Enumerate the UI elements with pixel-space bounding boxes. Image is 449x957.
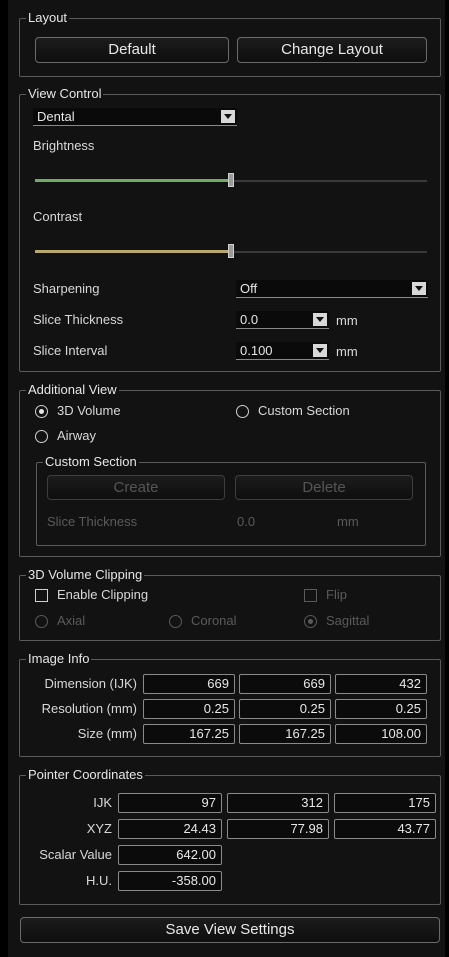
resolution-k-field: 0.25 <box>335 699 427 719</box>
clipping-title: 3D Volume Clipping <box>26 567 145 583</box>
ijk-k-field: 175 <box>334 793 436 813</box>
radio-airway[interactable] <box>35 430 48 443</box>
radio-custom-section-label: Custom Section <box>258 403 350 418</box>
slice-interval-select[interactable]: 0.100 <box>236 342 329 360</box>
slice-thickness-unit: mm <box>336 313 358 328</box>
radio-3d-volume[interactable] <box>35 405 48 418</box>
custom-section-group: Custom Section Create Delete Slice Thick… <box>36 454 426 546</box>
radio-sagittal-label: Sagittal <box>326 613 370 628</box>
size-i-field: 167.25 <box>143 724 235 744</box>
radio-airway-label: Airway <box>57 428 97 443</box>
slice-interval-unit: mm <box>336 344 358 359</box>
ijk-label: IJK <box>93 795 112 810</box>
sharpening-label: Sharpening <box>33 281 100 296</box>
slice-interval-value: 0.100 <box>240 343 273 358</box>
dimension-j-field: 669 <box>239 674 331 694</box>
view-settings-panel: Layout Default Change Layout View Contro… <box>8 0 445 957</box>
slice-thickness-label: Slice Thickness <box>33 312 124 327</box>
radio-coronal-label: Coronal <box>191 613 237 628</box>
custom-thickness-value[interactable]: 0.0 <box>237 514 255 530</box>
hu-value-field: -358.00 <box>118 871 222 891</box>
contrast-label: Contrast <box>33 209 83 224</box>
custom-thickness-label: Slice Thickness <box>47 514 138 529</box>
brightness-slider-thumb[interactable] <box>228 173 234 187</box>
layout-group: Layout Default Change Layout <box>19 10 441 77</box>
scalar-value-field: 642.00 <box>118 845 222 865</box>
resolution-j-field: 0.25 <box>239 699 331 719</box>
additional-view-title: Additional View <box>26 382 119 398</box>
custom-thickness-unit: mm <box>337 514 359 529</box>
save-view-settings-button[interactable]: Save View Settings <box>20 917 440 943</box>
view-control-title: View Control <box>26 86 104 102</box>
brightness-label: Brightness <box>33 138 95 153</box>
slice-interval-label: Slice Interval <box>33 343 108 358</box>
hu-label: H.U. <box>86 873 112 888</box>
view-preset-value: Dental <box>37 109 75 124</box>
dimension-k-field: 432 <box>335 674 427 694</box>
contrast-slider-thumb[interactable] <box>228 244 234 258</box>
enable-clipping-label: Enable Clipping <box>57 587 149 602</box>
slice-thickness-select[interactable]: 0.0 <box>236 311 329 329</box>
flip-label: Flip <box>326 587 347 602</box>
xyz-z-field: 43.77 <box>334 819 436 839</box>
view-preset-select[interactable]: Dental <box>33 108 237 126</box>
size-k-field: 108.00 <box>335 724 427 744</box>
ijk-j-field: 312 <box>227 793 329 813</box>
xyz-x-field: 24.43 <box>118 819 222 839</box>
sharpening-value: Off <box>240 281 258 296</box>
chevron-down-icon <box>412 282 426 295</box>
enable-clipping-checkbox[interactable] <box>35 589 48 602</box>
size-j-field: 167.25 <box>239 724 331 744</box>
radio-axial-label: Axial <box>57 613 86 628</box>
contrast-slider-fill <box>35 250 231 253</box>
additional-view-group: Additional View 3D Volume Custom Section… <box>19 382 441 557</box>
delete-section-button[interactable]: Delete <box>235 475 413 500</box>
custom-section-title: Custom Section <box>43 454 139 470</box>
view-control-group: View Control Dental Brightness Contrast … <box>19 86 441 372</box>
flip-checkbox[interactable] <box>304 589 317 602</box>
dimension-i-field: 669 <box>143 674 235 694</box>
radio-coronal[interactable] <box>169 615 182 628</box>
xyz-label: XYZ <box>86 821 112 836</box>
clipping-group: 3D Volume Clipping Enable Clipping Flip … <box>19 567 441 641</box>
image-info-group: Image Info Dimension (IJK) 669 669 432 R… <box>19 651 441 757</box>
chevron-down-icon <box>313 313 327 326</box>
xyz-y-field: 77.98 <box>227 819 329 839</box>
chevron-down-icon <box>221 110 235 123</box>
scalar-value-label: Scalar Value <box>39 847 112 862</box>
resolution-i-field: 0.25 <box>143 699 235 719</box>
dimension-label: Dimension (IJK) <box>44 676 137 691</box>
radio-axial[interactable] <box>35 615 48 628</box>
resolution-label: Resolution (mm) <box>41 701 137 716</box>
layout-group-title: Layout <box>26 10 70 26</box>
radio-3d-volume-label: 3D Volume <box>57 403 121 418</box>
slice-thickness-value: 0.0 <box>240 312 259 327</box>
brightness-slider-fill <box>35 179 231 182</box>
create-section-button[interactable]: Create <box>47 475 225 500</box>
sharpening-select[interactable]: Off <box>236 280 428 298</box>
chevron-down-icon <box>313 344 327 357</box>
size-label: Size (mm) <box>77 726 137 741</box>
default-layout-button[interactable]: Default <box>35 37 229 63</box>
pointer-coordinates-title: Pointer Coordinates <box>26 767 145 783</box>
radio-sagittal[interactable] <box>304 615 317 628</box>
pointer-coordinates-group: Pointer Coordinates IJK 97 312 175 XYZ 2… <box>19 767 441 905</box>
radio-custom-section[interactable] <box>236 405 249 418</box>
ijk-i-field: 97 <box>118 793 222 813</box>
image-info-title: Image Info <box>26 651 92 667</box>
change-layout-button[interactable]: Change Layout <box>237 37 427 63</box>
